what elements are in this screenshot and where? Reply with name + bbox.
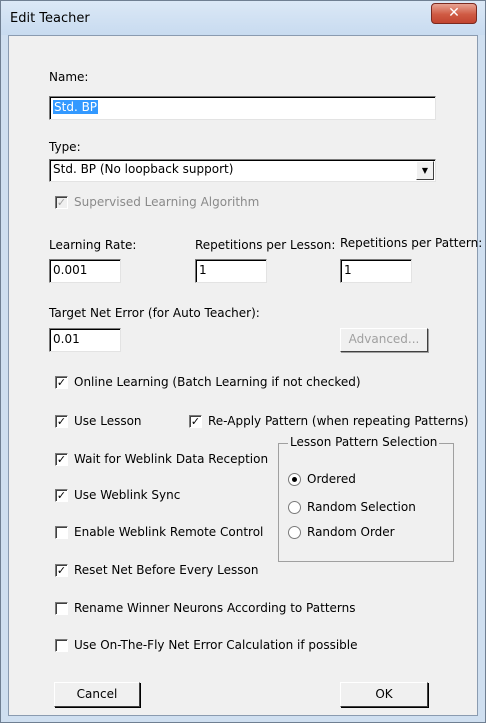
wait-weblink-checkbox[interactable]: ✓ — [55, 453, 68, 466]
random-order-label[interactable]: Random Order — [307, 525, 395, 539]
check-icon: ✓ — [56, 415, 67, 428]
check-icon: ✓ — [56, 376, 67, 389]
remote-control-label[interactable]: Enable Weblink Remote Control — [74, 525, 263, 539]
type-label: Type: — [49, 140, 81, 154]
rename-winner-checkbox[interactable] — [55, 602, 68, 615]
type-select[interactable]: Std. BP (No loopback support) ▼ — [49, 159, 436, 182]
on-the-fly-label[interactable]: Use On-The-Fly Net Error Calculation if … — [74, 638, 358, 652]
reapply-pattern-checkbox[interactable]: ✓ — [189, 415, 202, 428]
target-error-value: 0.01 — [53, 332, 80, 346]
supervised-label: Supervised Learning Algorithm — [74, 195, 260, 209]
learning-rate-field[interactable]: 0.001 — [49, 259, 121, 283]
use-lesson-checkbox[interactable]: ✓ — [55, 415, 68, 428]
window-title: Edit Teacher — [10, 11, 90, 26]
reps-lesson-field[interactable]: 1 — [195, 259, 267, 283]
reapply-pattern-label[interactable]: Re-Apply Pattern (when repeating Pattern… — [208, 414, 468, 428]
dialog-body: Name: Std. BP Type: Std. BP (No loopback… — [8, 35, 482, 716]
target-error-label: Target Net Error (for Auto Teacher): — [49, 306, 260, 320]
reps-pattern-field[interactable]: 1 — [340, 259, 412, 283]
close-icon: ✕ — [448, 5, 460, 21]
name-value: Std. BP — [53, 100, 99, 114]
chevron-down-icon[interactable]: ▼ — [416, 161, 434, 180]
ordered-label[interactable]: Ordered — [307, 472, 356, 486]
online-learning-checkbox[interactable]: ✓ — [55, 376, 68, 389]
title-bar[interactable]: Edit Teacher ✕ — [1, 1, 485, 35]
close-button[interactable]: ✕ — [431, 3, 477, 24]
ordered-radio[interactable] — [288, 473, 301, 486]
learning-rate-label: Learning Rate: — [49, 238, 137, 252]
reps-lesson-value: 1 — [199, 263, 207, 277]
target-error-field[interactable]: 0.01 — [49, 328, 121, 352]
supervised-checkbox: ✓ — [55, 196, 68, 209]
check-icon: ✓ — [56, 489, 67, 502]
name-field[interactable]: Std. BP — [49, 96, 436, 120]
use-lesson-label[interactable]: Use Lesson — [74, 414, 142, 428]
remote-control-checkbox[interactable] — [55, 526, 68, 539]
random-order-radio[interactable] — [288, 526, 301, 539]
reps-pattern-value: 1 — [344, 263, 352, 277]
check-icon: ✓ — [56, 196, 67, 209]
edit-teacher-dialog: Edit Teacher ✕ Name: Std. BP Type: Std. … — [0, 0, 486, 723]
ok-button[interactable]: OK — [340, 682, 428, 707]
cancel-button[interactable]: Cancel — [54, 682, 140, 707]
advanced-button: Advanced... — [340, 328, 428, 352]
name-label: Name: — [49, 70, 89, 84]
type-value: Std. BP (No loopback support) — [53, 162, 234, 176]
reset-net-checkbox[interactable]: ✓ — [55, 564, 68, 577]
random-selection-label[interactable]: Random Selection — [307, 500, 416, 514]
reset-net-label[interactable]: Reset Net Before Every Lesson — [74, 563, 259, 577]
reps-pattern-label: Repetitions per Pattern: — [340, 236, 483, 250]
random-selection-radio[interactable] — [288, 501, 301, 514]
on-the-fly-checkbox[interactable] — [55, 639, 68, 652]
online-learning-label[interactable]: Online Learning (Batch Learning if not c… — [74, 375, 361, 389]
check-icon: ✓ — [56, 564, 67, 577]
lesson-pattern-group-title: Lesson Pattern Selection — [288, 435, 440, 449]
reps-lesson-label: Repetitions per Lesson: — [195, 238, 336, 252]
check-icon: ✓ — [190, 415, 201, 428]
rename-winner-label[interactable]: Rename Winner Neurons According to Patte… — [74, 601, 355, 615]
weblink-sync-checkbox[interactable]: ✓ — [55, 489, 68, 502]
weblink-sync-label[interactable]: Use Weblink Sync — [74, 488, 180, 502]
radio-selected-dot — [292, 477, 297, 482]
wait-weblink-label[interactable]: Wait for Weblink Data Reception — [74, 452, 268, 466]
learning-rate-value: 0.001 — [53, 263, 88, 277]
check-icon: ✓ — [56, 453, 67, 466]
